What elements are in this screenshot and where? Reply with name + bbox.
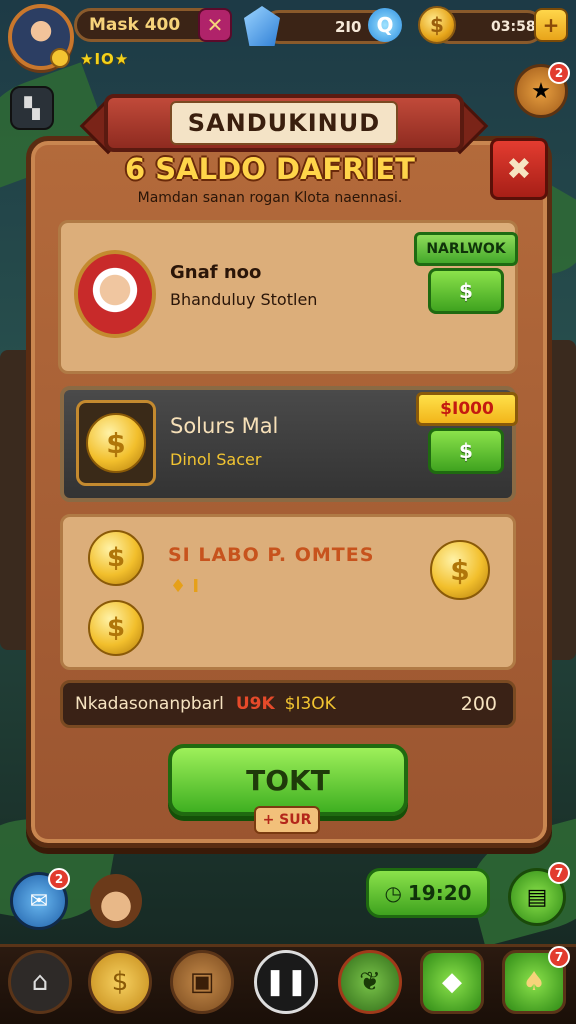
coin-icon: $: [86, 413, 146, 473]
price-tag: $I000: [416, 392, 518, 426]
confirm-bonus-tag: + SUR: [254, 806, 320, 834]
timer-value: 19:20: [407, 881, 472, 905]
panel-title: 6 SALDO DAFRIET: [125, 152, 415, 186]
ribbon-title: SANDUKINUD: [169, 101, 399, 145]
bonus-icons: ♦ I: [170, 576, 200, 597]
map-button[interactable]: ◆: [420, 950, 484, 1014]
summary-currency: U9K: [235, 694, 275, 714]
offer-subtitle: Bhanduluy Stotlen: [170, 290, 318, 309]
profile-close-button[interactable]: ✕: [198, 8, 232, 42]
coin-icon: $: [418, 6, 456, 44]
pause-icon: ❚❚: [264, 967, 308, 997]
monkey-mascot-icon: [90, 874, 142, 928]
rewards-notification-badge: 2: [548, 62, 570, 84]
medal-icon: ★: [531, 78, 551, 104]
puzzle-icon: ▚: [24, 96, 40, 120]
coin-icon: $: [88, 530, 144, 586]
offer-title: Gnaf noo: [170, 262, 262, 283]
clock-icon: ◷: [384, 881, 402, 905]
player-name: Mask 400: [89, 15, 181, 35]
confirm-label: TOKT: [246, 763, 330, 797]
onion-icon: ♠: [522, 967, 546, 997]
bonus-title: SI LABO P. OMTES: [168, 544, 375, 566]
summary-value: 200: [460, 693, 497, 715]
gems-add-button[interactable]: Q: [368, 8, 402, 42]
offer-subtitle: Dinol Sacer: [170, 450, 262, 469]
timer-button[interactable]: ◷ 19:20: [366, 868, 490, 918]
quest-notification-badge: 7: [548, 862, 570, 884]
coin-icon: $: [88, 600, 144, 656]
close-button[interactable]: ✖: [490, 138, 548, 200]
summary-label: Nkadasonanpbarl: [75, 694, 224, 714]
coin-icon: $: [430, 540, 490, 600]
menu-button[interactable]: ▚: [10, 86, 54, 130]
chat-icon: ✉: [29, 888, 49, 914]
coins-value: 03:58: [491, 19, 536, 35]
coins-add-button[interactable]: +: [534, 8, 568, 42]
leaf-button[interactable]: ❦: [338, 950, 402, 1014]
map-icon: ◆: [442, 967, 462, 997]
gems-value: 2I0: [335, 18, 362, 36]
coin-shop-button[interactable]: $: [88, 950, 152, 1014]
chef-avatar: [74, 250, 156, 338]
coin-icon: $: [111, 967, 129, 997]
home-button[interactable]: ⌂: [8, 950, 72, 1014]
items-notification-badge: 7: [548, 946, 570, 968]
offer-tag: NARLWOK: [414, 232, 518, 266]
offer-title: Solurs Mal: [170, 414, 279, 438]
level-badge-icon: [50, 48, 70, 68]
scroll-icon: ▤: [526, 884, 548, 910]
panel-subtitle: Mamdan sanan rogan Klota naennasi.: [137, 190, 403, 206]
chat-notification-badge: 2: [48, 868, 70, 890]
chest-button[interactable]: ▣: [170, 950, 234, 1014]
title-ribbon: SANDUKINUD: [104, 94, 464, 152]
buy-button-chef[interactable]: $: [428, 268, 504, 314]
close-icon: ✖: [506, 151, 532, 187]
chest-icon: ▣: [189, 967, 215, 997]
pause-button[interactable]: ❚❚: [254, 950, 318, 1014]
buy-button-coins[interactable]: $: [428, 428, 504, 474]
player-stars: ★IO★: [80, 50, 130, 68]
summary-bar: Nkadasonanpbarl U9K $I3OK 200: [60, 680, 516, 728]
summary-price: $I3OK: [284, 694, 336, 714]
coin-pack-image: $: [76, 400, 156, 486]
leaf-icon: ❦: [359, 967, 381, 997]
home-icon: ⌂: [31, 967, 49, 997]
